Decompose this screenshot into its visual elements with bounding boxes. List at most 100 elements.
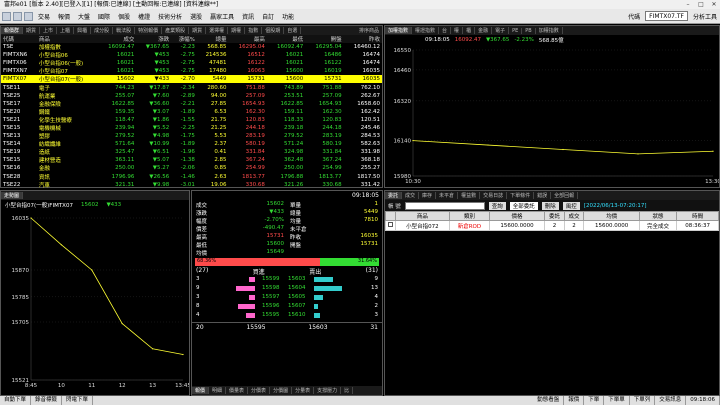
orders-tab-0[interactable]: 委託 [385, 192, 403, 199]
quote-col-header[interactable]: 總量 [196, 35, 229, 43]
quote-row[interactable]: FIMTX06 小型台指06(一般) 16021 ▼453 -2.75 47481 1612… [1, 59, 382, 67]
index-tab-0[interactable]: 加權指數 [385, 27, 413, 34]
close-icon[interactable]: ✕ [708, 0, 720, 9]
quote-tab-8[interactable]: 產業類股 [162, 27, 190, 34]
order-col-header[interactable]: 類別 [449, 211, 490, 221]
query-button[interactable]: 查詢 [488, 201, 506, 210]
order-col-header[interactable]: 狀態 [638, 211, 678, 221]
quote-row[interactable]: TSE16 金融 250.00 ▼5.27 -2.06 0.85 254.99 250.00 2… [1, 164, 382, 172]
quote-tab-4[interactable]: 興櫃 [74, 27, 92, 34]
quote-row[interactable]: TSE 加權指數 16092.47 ▼367.65 -2.23 568.85 16295.0… [1, 43, 382, 51]
order-checkbox[interactable] [385, 220, 396, 231]
quote-tab-2[interactable]: 上市 [40, 27, 58, 34]
orders-tab-1[interactable]: 成交 [402, 192, 420, 199]
menu-item-technical[interactable]: 技術分析 [155, 11, 185, 22]
quote-tab-9[interactable]: 期貨 [189, 27, 207, 34]
status-order[interactable]: 下單 [584, 396, 605, 405]
quote-tab-0[interactable]: 報價群 [1, 27, 24, 34]
quote-tab-14[interactable]: 自選 [284, 27, 302, 34]
quote-row[interactable]: TSE13 塑膠 279.52 ▼4.98 -1.75 5.53 283.19 279.52 2… [1, 132, 382, 140]
status-order-sheet[interactable]: 下單單 [604, 396, 630, 405]
quote-row[interactable]: FIMTXN7 小型台指07 16021 ▼453 -2.75 17480 16063 156… [1, 67, 382, 75]
order-col-header[interactable]: 時間 [676, 211, 719, 221]
orders-tab-7[interactable]: 錯誤 [534, 192, 552, 199]
maximize-icon[interactable]: □ [695, 0, 707, 9]
index-tab-2[interactable]: 台 [439, 27, 452, 34]
status-order-list[interactable]: 下單列 [630, 396, 656, 405]
analysis-tools-button[interactable]: 分析工具 [690, 11, 720, 22]
menu-item-info[interactable]: 資訊 [239, 11, 257, 22]
status-recorder[interactable]: 錄音標籤 [31, 396, 63, 405]
detail-tab-6[interactable]: 支撐壓力 [314, 387, 342, 394]
menu-item-function[interactable]: 功能 [279, 11, 297, 22]
menu-item-international[interactable]: 國際 [95, 11, 113, 22]
menu-item-warrant[interactable]: 權證 [135, 11, 153, 22]
detail-tab-1[interactable]: 明細 [209, 387, 227, 394]
quote-col-header[interactable]: 昨收 [343, 35, 382, 43]
toolbar-home-icon[interactable] [2, 11, 11, 21]
quote-row[interactable]: TSE25 航運業 255.07 ▼7.60 -2.89 94.00 257.09 253.5… [1, 92, 382, 100]
menu-item-screener[interactable]: 選股 [187, 11, 205, 22]
menu-item-trade[interactable]: 交易 [35, 11, 53, 22]
delete-button[interactable]: 刪除 [541, 201, 559, 210]
order-row[interactable]: 小型台指072 新倉ROD 15600.0000 2 2 15600.0000 完全成交 08… [385, 220, 719, 231]
menu-item-market[interactable]: 大盤 [75, 11, 93, 22]
quote-col-header[interactable]: 漲跌 [136, 35, 172, 43]
quote-row[interactable]: TSE20 鋼鐵 159.35 ▼3.07 -1.89 6.53 162.30 159.11 1… [1, 108, 382, 116]
quote-row[interactable]: TSE15 建材營造 363.11 ▼5.07 -1.38 2.85 367.24 362.4… [1, 156, 382, 164]
filter-select[interactable]: 全部委託 [509, 201, 538, 210]
quote-tab-3[interactable]: 上櫃 [57, 27, 75, 34]
quote-row[interactable]: TSE28 資訊 1796.96 ▼26.56 -1.46 2.63 1813.77 1796… [1, 173, 382, 181]
quote-col-header[interactable]: 商品 [36, 35, 99, 43]
order-col-header[interactable]: 委託 [544, 211, 565, 221]
toolbar-chart-icon[interactable] [24, 11, 33, 21]
status-flash-order[interactable]: 閃電下單 [62, 396, 94, 405]
status-dynamic[interactable]: 動態看盤 [533, 396, 565, 405]
quote-col-header[interactable]: 最高 [228, 35, 267, 43]
index-tab-1[interactable]: 權證指數 [412, 27, 440, 34]
quote-tab-12[interactable]: 指數 [245, 27, 263, 34]
order-col-header[interactable]: 均價 [583, 211, 640, 221]
quote-col-header[interactable]: 漲幅% [171, 35, 197, 43]
order-col-header[interactable]: 商品 [394, 211, 451, 221]
intraday-tab[interactable]: 走勢圖 [1, 192, 24, 199]
quote-tab-6[interactable]: 戰法股 [113, 27, 136, 34]
index-tab-7[interactable]: PE [509, 27, 523, 34]
symbol-input[interactable]: FIMTX07.TF [645, 11, 688, 21]
menu-item-custom[interactable]: 自訂 [259, 11, 277, 22]
quote-row[interactable]: TSE17 金融保險 1622.85 ▼36.60 -2.21 27.85 1654.93 1… [1, 100, 382, 108]
quote-row[interactable]: TSE22 汽車 321.31 ▼9.98 -3.01 19.06 330.68 321.26… [1, 181, 382, 189]
order-col-header[interactable] [385, 211, 396, 221]
quote-row[interactable]: TSE15 電機機械 239.94 ▼5.52 -2.25 21.25 244.18 239.… [1, 124, 382, 132]
quote-row[interactable]: TSE14 紡織纖維 571.64 ▼10.99 -1.89 2.37 580.19 571.… [1, 140, 382, 148]
minimize-icon[interactable]: – [682, 0, 694, 9]
quote-tab-7[interactable]: 特別報價 [135, 27, 163, 34]
detail-tab-5[interactable]: 分量表 [292, 387, 315, 394]
status-quote[interactable]: 報價 [564, 396, 585, 405]
orders-tab-3[interactable]: 未平倉 [436, 192, 459, 199]
quote-col-header[interactable]: 最低 [266, 35, 306, 43]
index-tab-6[interactable]: 電子 [492, 27, 510, 34]
index-tab-4[interactable]: 櫃 [463, 27, 476, 34]
detail-tab-4[interactable]: 分價圖 [270, 387, 293, 394]
detail-tab-7[interactable]: 比 [341, 387, 354, 394]
quote-tab-10[interactable]: 選擇權 [206, 27, 229, 34]
toolbar-order-icon[interactable] [13, 11, 22, 21]
status-auto-order[interactable]: 自動下單 [0, 396, 32, 405]
menu-item-tools[interactable]: 贏家工具 [207, 11, 237, 22]
index-tab-3[interactable]: 權 [451, 27, 464, 34]
orders-tab-6[interactable]: 下單條件 [507, 192, 535, 199]
sort-label[interactable]: 排序商品 [359, 27, 382, 34]
orders-tab-8[interactable]: 全部回報 [551, 192, 579, 199]
quote-row[interactable]: TSE19 造紙 325.47 ▼6.51 -1.96 0.41 331.84 324.98 3… [1, 148, 382, 156]
quote-tab-13[interactable]: 個股期 [262, 27, 285, 34]
detail-tab-3[interactable]: 分價表 [248, 387, 271, 394]
quote-col-header[interactable]: 開盤 [305, 35, 344, 43]
orders-tab-4[interactable]: 權益數 [458, 192, 481, 199]
quote-col-header[interactable]: 成交 [98, 35, 137, 43]
quote-row[interactable]: TSE21 化學生技醫療 118.47 ▼1.86 -1.55 21.75 120.83 11… [1, 116, 382, 124]
account-select[interactable] [404, 201, 485, 210]
quote-tab-11[interactable]: 期權 [228, 27, 246, 34]
order-col-header[interactable]: 成交 [563, 211, 585, 221]
quote-row[interactable]: TSE11 電子 744.23 ▼17.87 -2.34 280.60 751.88 743.… [1, 83, 382, 92]
